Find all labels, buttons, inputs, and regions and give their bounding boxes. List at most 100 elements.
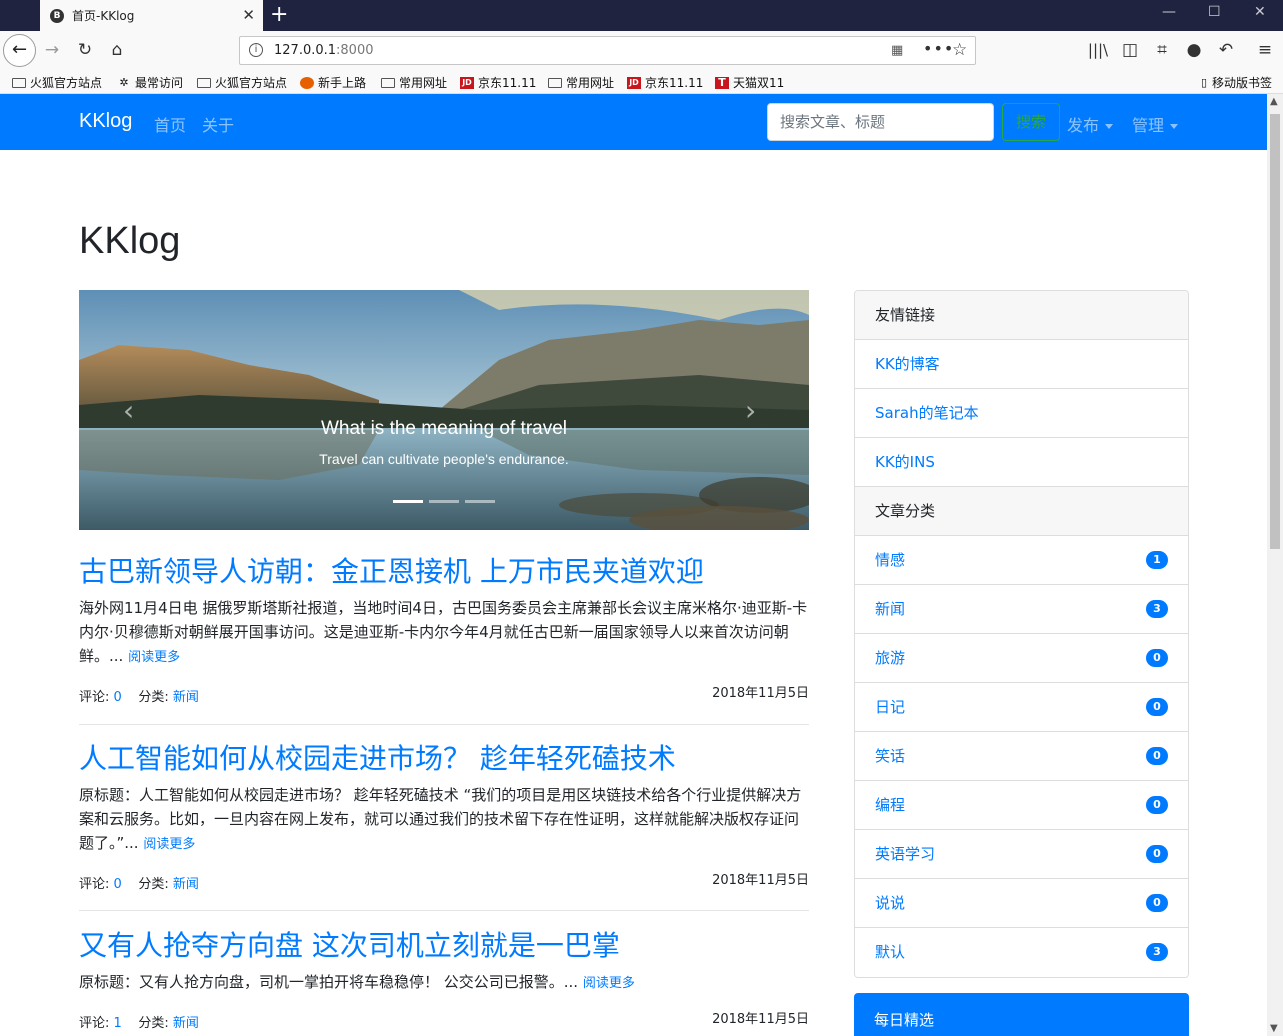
comment-count[interactable]: 0 xyxy=(114,690,122,705)
url-text[interactable]: 127.0.0.1:8000 xyxy=(274,43,374,58)
search-button[interactable]: 搜索 xyxy=(1002,103,1060,141)
count-badge: 0 xyxy=(1146,894,1168,912)
tab-title: 首页-KKlog xyxy=(72,9,135,23)
url-bar[interactable]: i 127.0.0.1:8000 ▦ ••• ☆ xyxy=(239,36,976,65)
mobile-bookmarks[interactable]: ▯ 移动版书签 xyxy=(1200,74,1272,91)
bookmark-item[interactable]: JD 京东11.11 xyxy=(627,74,703,91)
post-date: 2018年11月5日 xyxy=(712,873,809,888)
bookmark-item[interactable]: 常用网址 xyxy=(381,74,447,91)
category-item[interactable]: 说说 0 xyxy=(855,879,1188,928)
search-input[interactable]: 搜索文章、标题 xyxy=(767,103,994,141)
nav-link-home[interactable]: 首页 xyxy=(154,112,186,136)
category-link[interactable]: 新闻 xyxy=(173,690,199,705)
reload-icon[interactable]: ↻ xyxy=(73,39,97,61)
category-item[interactable]: 笑话 0 xyxy=(855,732,1188,781)
scroll-down-icon[interactable]: ▼ xyxy=(1270,1023,1278,1034)
publish-dropdown[interactable]: 发布 xyxy=(1067,112,1114,136)
bookmark-item[interactable]: ✲ 最常访问 xyxy=(117,74,183,91)
minimize-icon[interactable]: — xyxy=(1162,4,1176,20)
bookmark-star-icon[interactable]: ☆ xyxy=(952,40,967,60)
carousel[interactable]: ‹ › What is the meaning of travel Travel… xyxy=(79,290,809,530)
nav-link-about[interactable]: 关于 xyxy=(202,112,234,136)
tab-close-icon[interactable]: ✕ xyxy=(242,6,255,24)
page-scrollbar[interactable]: ▲ ▼ xyxy=(1267,94,1283,1036)
scroll-up-icon[interactable]: ▲ xyxy=(1270,96,1278,107)
forward-icon[interactable]: → xyxy=(40,39,64,61)
favicon-icon: B xyxy=(50,8,64,23)
new-tab-icon[interactable]: + xyxy=(270,2,288,28)
post-item: 古巴新领导人访朝：金正恩接机 上万市民夹道欢迎 海外网11月4日电 据俄罗斯塔斯… xyxy=(79,552,809,706)
category-item[interactable]: 新闻 3 xyxy=(855,585,1188,634)
carousel-indicator[interactable] xyxy=(393,500,423,503)
post-title[interactable]: 古巴新领导人访朝：金正恩接机 上万市民夹道欢迎 xyxy=(79,552,809,592)
category-item[interactable]: 日记 0 xyxy=(855,683,1188,732)
browser-tab-active[interactable]: B 首页-KKlog ✕ xyxy=(40,0,263,31)
undo-icon[interactable]: ↶ xyxy=(1214,39,1238,61)
carousel-caption-text: Travel can cultivate people's endurance. xyxy=(319,451,569,467)
bookmark-item[interactable]: T 天猫双11 xyxy=(715,74,784,91)
sidebar-icon[interactable]: ◫ xyxy=(1118,39,1142,61)
library-icon[interactable]: |||\ xyxy=(1086,39,1110,61)
bookmark-item[interactable]: 新手上路 xyxy=(300,74,366,91)
maximize-icon[interactable]: ☐ xyxy=(1208,4,1221,20)
categories-header: 文章分类 xyxy=(855,487,1188,536)
back-icon[interactable]: ← xyxy=(3,34,36,67)
carousel-indicator[interactable] xyxy=(429,500,459,503)
category-item[interactable]: 情感 1 xyxy=(855,536,1188,585)
count-badge: 3 xyxy=(1146,943,1168,961)
count-badge: 0 xyxy=(1146,649,1168,667)
carousel-indicators xyxy=(393,500,495,503)
folder-icon xyxy=(12,77,26,88)
friend-link[interactable]: KK的博客 xyxy=(855,340,1188,389)
count-badge: 0 xyxy=(1146,747,1168,765)
window-close-icon[interactable]: ✕ xyxy=(1254,4,1266,20)
bookmark-item[interactable]: 常用网址 xyxy=(548,74,614,91)
category-item[interactable]: 旅游 0 xyxy=(855,634,1188,683)
bookmark-item[interactable]: JD 京东11.11 xyxy=(460,74,536,91)
screenshot-icon[interactable]: ⌗ xyxy=(1150,39,1174,61)
bookmark-item[interactable]: 火狐官方站点 xyxy=(197,74,287,91)
post-summary: 原标题：人工智能如何从校园走进市场？ 趁年轻死磕技术 “我们的项目是用区块链技术… xyxy=(79,786,802,852)
category-link[interactable]: 新闻 xyxy=(173,877,199,892)
chat-icon[interactable]: ● xyxy=(1182,39,1206,61)
post-summary: 原标题：又有人抢方向盘，司机一掌拍开将车稳稳停！ 公交公司已报警。... 阅读更… xyxy=(79,973,635,991)
read-more-link[interactable]: 阅读更多 xyxy=(128,650,180,665)
category-link[interactable]: 新闻 xyxy=(173,1016,199,1031)
divider xyxy=(79,910,809,911)
menu-icon[interactable]: ≡ xyxy=(1253,39,1277,61)
post-date: 2018年11月5日 xyxy=(712,1012,809,1027)
friend-link[interactable]: KK的INS xyxy=(855,438,1188,487)
tmall-icon: T xyxy=(715,76,729,89)
manage-dropdown[interactable]: 管理 xyxy=(1132,112,1179,136)
comment-count[interactable]: 0 xyxy=(114,877,122,892)
site-info-icon[interactable]: i xyxy=(249,43,263,57)
gear-icon: ✲ xyxy=(119,75,129,89)
post-meta: 评论: 0 分类: 新闻 2018年11月5日 xyxy=(79,686,809,706)
navbar-brand[interactable]: KKlog xyxy=(79,110,132,133)
carousel-image xyxy=(79,290,809,530)
post-meta: 评论: 0 分类: 新闻 2018年11月5日 xyxy=(79,873,809,893)
browser-tab-bar: B 首页-KKlog ✕ + — ☐ ✕ xyxy=(0,0,1283,31)
read-more-link[interactable]: 阅读更多 xyxy=(583,976,635,991)
site-navbar: KKlog 首页 关于 搜索文章、标题 搜索 发布 管理 xyxy=(0,94,1267,150)
page-title: KKlog xyxy=(79,220,181,262)
post-title[interactable]: 人工智能如何从校园走进市场？ 趁年轻死磕技术 xyxy=(79,739,809,779)
divider xyxy=(79,724,809,725)
count-badge: 0 xyxy=(1146,845,1168,863)
comment-count[interactable]: 1 xyxy=(114,1016,122,1031)
category-item[interactable]: 编程 0 xyxy=(855,781,1188,830)
post-title[interactable]: 又有人抢夺方向盘 这次司机立刻就是一巴掌 xyxy=(79,926,809,966)
folder-icon xyxy=(548,77,562,88)
scrollbar-thumb[interactable] xyxy=(1270,114,1280,549)
bookmark-item[interactable]: 火狐官方站点 xyxy=(12,74,102,91)
home-icon[interactable]: ⌂ xyxy=(105,39,129,61)
carousel-indicator[interactable] xyxy=(465,500,495,503)
friend-link[interactable]: Sarah的笔记本 xyxy=(855,389,1188,438)
category-item[interactable]: 默认 3 xyxy=(855,928,1188,977)
qr-code-icon[interactable]: ▦ xyxy=(891,43,903,58)
page-actions-icon[interactable]: ••• xyxy=(923,39,954,58)
post-summary: 海外网11月4日电 据俄罗斯塔斯社报道，当地时间4日，古巴国务委员会主席兼部长会… xyxy=(79,599,808,665)
category-item[interactable]: 英语学习 0 xyxy=(855,830,1188,879)
caret-down-icon xyxy=(1170,124,1179,129)
read-more-link[interactable]: 阅读更多 xyxy=(143,837,195,852)
